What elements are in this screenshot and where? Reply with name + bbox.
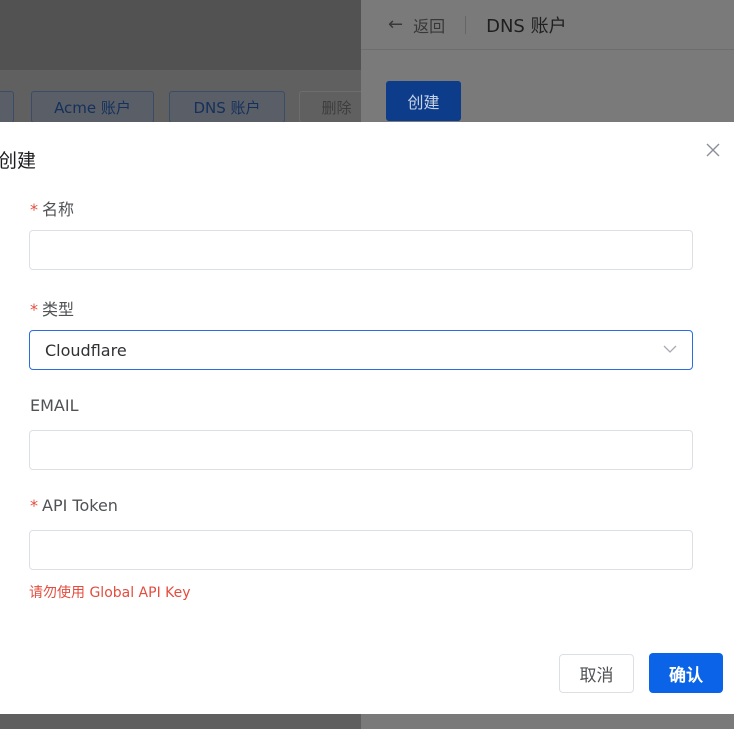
arrow-left-icon[interactable]: ← [388,14,403,35]
type-select-value: Cloudflare [45,340,127,360]
back-link[interactable]: 返回 [413,13,445,37]
api-token-input[interactable] [29,530,693,570]
dialog-title: 创建 [0,150,37,172]
confirm-button[interactable]: 确认 [649,653,723,693]
drawer-header: ← 返回 DNS 账户 [361,0,734,50]
email-input[interactable] [29,430,693,470]
type-select[interactable]: Cloudflare [29,330,693,370]
create-dialog: 创建 * 名称 * 类型 Cloudflare EMAIL * API Token 请… [0,122,734,714]
cancel-button[interactable]: 取消 [559,654,634,693]
background-header [0,0,361,70]
required-mark: * [30,300,38,319]
api-token-label: * API Token [30,496,118,515]
background-toolbar-button-clipped [0,91,14,123]
chevron-down-icon [663,345,677,353]
acme-accounts-button[interactable]: Acme 账户 [31,91,154,123]
drawer-title: DNS 账户 [486,15,567,37]
email-label: EMAIL [30,396,79,415]
dns-accounts-button[interactable]: DNS 账户 [169,91,285,123]
name-label: * 名称 [30,200,75,219]
type-label: * 类型 [30,300,75,319]
close-icon[interactable] [705,142,721,158]
required-mark: * [30,496,38,515]
header-divider [465,15,467,34]
required-mark: * [30,200,38,219]
drawer-create-button[interactable]: 创建 [386,81,461,121]
api-token-hint: 请勿使用 Global API Key [29,585,191,601]
name-input[interactable] [29,230,693,270]
